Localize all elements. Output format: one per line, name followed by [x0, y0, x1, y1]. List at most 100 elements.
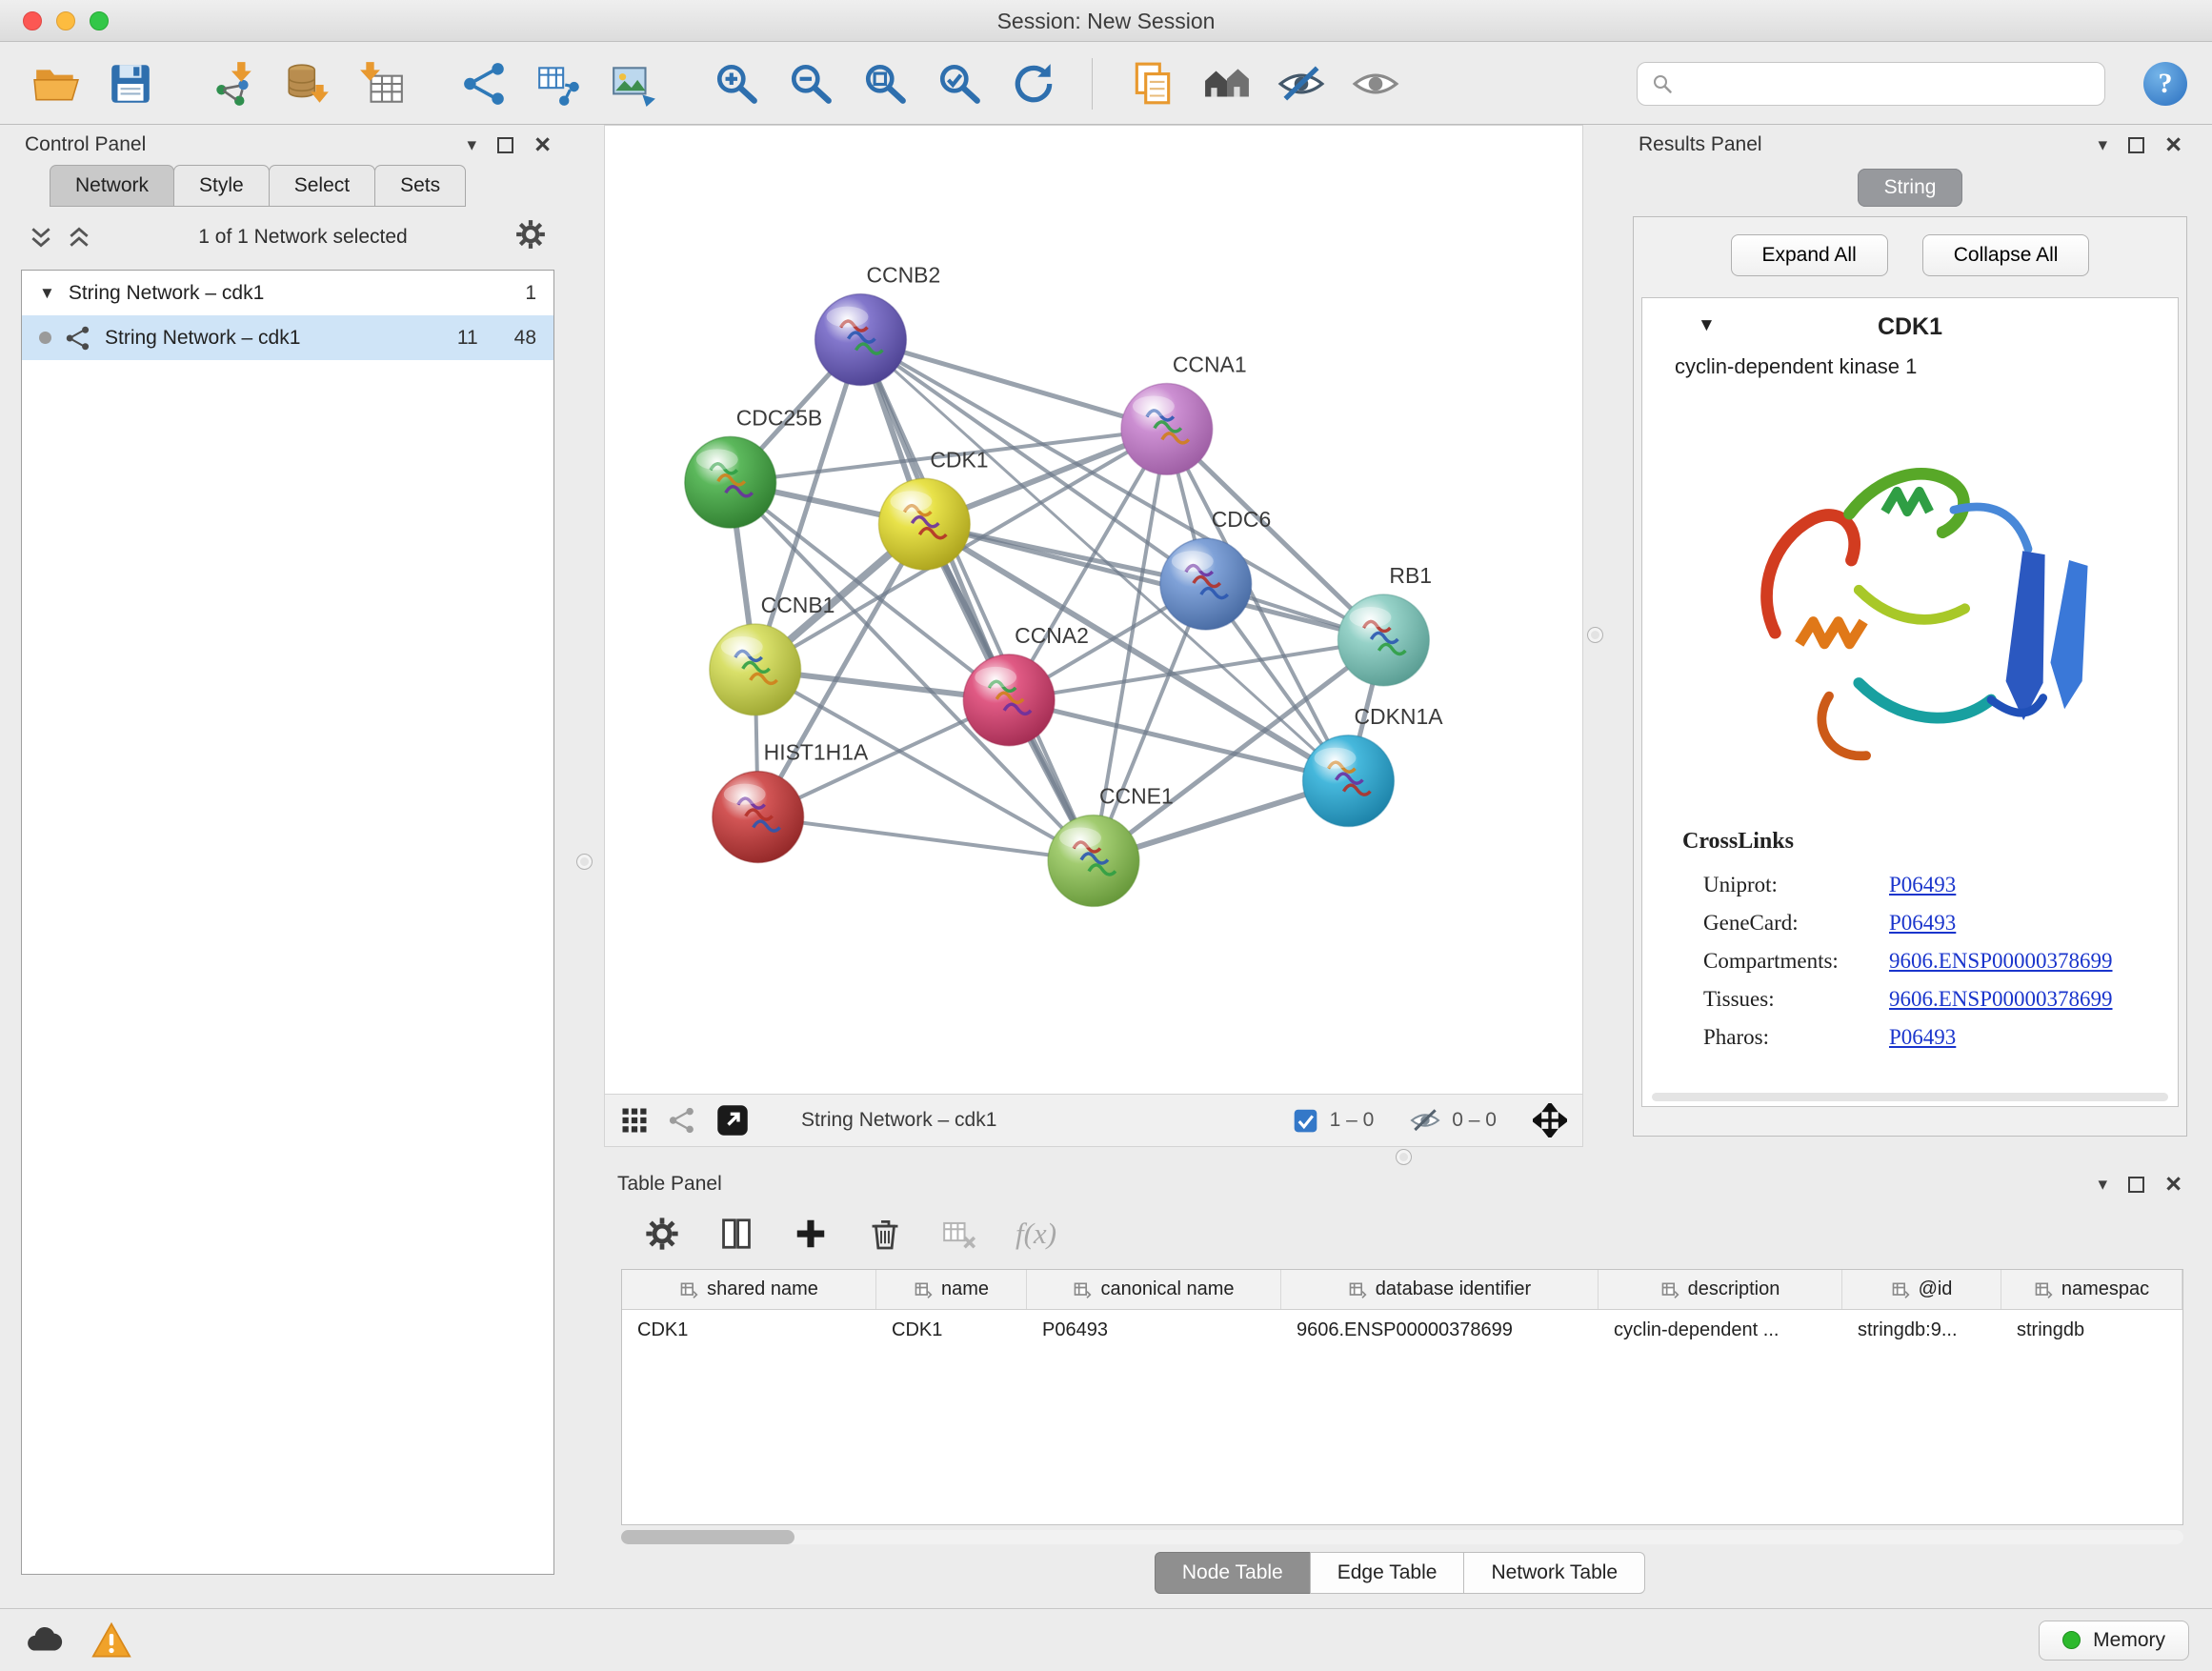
- collapse-all-button[interactable]: Collapse All: [1922, 234, 2090, 276]
- network-graph[interactable]: CCNB2CCNA1CDC25BCDK1CDC6RB1CCNB1CCNA2CDK…: [605, 126, 1582, 1094]
- delete-column-trash-icon[interactable]: [867, 1216, 903, 1252]
- table-cell[interactable]: CDK1: [876, 1310, 1027, 1350]
- crosslink-link[interactable]: P06493: [1889, 1025, 1956, 1050]
- show-all-button[interactable]: [1344, 53, 1407, 114]
- panel-close-icon[interactable]: ×: [534, 135, 551, 154]
- network-node[interactable]: CCNA1: [1121, 352, 1247, 474]
- section-expander-icon[interactable]: ▼: [1698, 315, 1716, 336]
- tab-style[interactable]: Style: [173, 165, 270, 207]
- hidden-eye-slash-icon[interactable]: [1410, 1105, 1440, 1136]
- network-canvas[interactable]: CCNB2CCNA1CDC25BCDK1CDC6RB1CCNB1CCNA2CDK…: [604, 125, 1583, 1095]
- column-header-name[interactable]: name: [876, 1270, 1027, 1309]
- panel-float-icon[interactable]: [497, 137, 513, 153]
- network-edge[interactable]: [758, 817, 1094, 861]
- crosslink-link[interactable]: 9606.ENSP00000378699: [1889, 987, 2113, 1012]
- panel-float-icon[interactable]: [2128, 1177, 2144, 1193]
- import-network-from-file-button[interactable]: [202, 53, 265, 114]
- splitter-handle-horizontal[interactable]: [1396, 1149, 1412, 1165]
- network-node[interactable]: CCNB1: [710, 593, 835, 715]
- select-first-neighbors-button[interactable]: [1196, 53, 1258, 114]
- column-header-canonical-name[interactable]: canonical name: [1027, 1270, 1281, 1309]
- close-window-button[interactable]: [23, 11, 42, 30]
- table-cell[interactable]: CDK1: [622, 1310, 876, 1350]
- horizontal-scrollbar[interactable]: [1652, 1093, 2168, 1101]
- table-settings-gear-icon[interactable]: [644, 1216, 680, 1252]
- table-cell[interactable]: stringdb: [2001, 1310, 2182, 1350]
- network-node[interactable]: HIST1H1A: [713, 740, 869, 863]
- zoom-selected-button[interactable]: [928, 53, 991, 114]
- help-button[interactable]: ?: [2143, 62, 2187, 106]
- search-box[interactable]: [1637, 62, 2105, 106]
- zoom-in-button[interactable]: [705, 53, 768, 114]
- network-row[interactable]: String Network – cdk1 11 48: [22, 315, 553, 360]
- network-node[interactable]: CCNB2: [815, 263, 941, 386]
- zoom-out-button[interactable]: [779, 53, 842, 114]
- refresh-layout-button[interactable]: [1002, 53, 1065, 114]
- tab-network[interactable]: Network: [50, 165, 174, 207]
- hide-selected-button[interactable]: [1270, 53, 1333, 114]
- network-collection-row[interactable]: ▼ String Network – cdk1 1: [22, 271, 553, 315]
- network-node[interactable]: RB1: [1337, 563, 1432, 686]
- network-overview-icon[interactable]: [668, 1106, 696, 1135]
- network-options-gear-icon[interactable]: [514, 218, 547, 256]
- panel-close-icon[interactable]: ×: [2165, 1175, 2182, 1194]
- panel-collapse-icon[interactable]: ▾: [2099, 134, 2108, 156]
- column-header-shared-name[interactable]: shared name: [622, 1270, 876, 1309]
- crosslink-link[interactable]: 9606.ENSP00000378699: [1889, 949, 2113, 974]
- panel-collapse-icon[interactable]: ▾: [468, 134, 477, 156]
- new-network-from-table-button[interactable]: [528, 53, 591, 114]
- expand-all-button[interactable]: Expand All: [1731, 234, 1888, 276]
- table-cell[interactable]: cyclin-dependent ...: [1599, 1310, 1842, 1350]
- table-row[interactable]: CDK1CDK1P064939606.ENSP00000378699cyclin…: [622, 1310, 2182, 1350]
- crosslink-link[interactable]: P06493: [1889, 911, 1956, 936]
- minimize-window-button[interactable]: [56, 11, 75, 30]
- import-network-from-database-button[interactable]: [276, 53, 339, 114]
- tab-network-table[interactable]: Network Table: [1463, 1552, 1645, 1594]
- column-header--id[interactable]: @id: [1842, 1270, 2001, 1309]
- memory-button[interactable]: Memory: [2039, 1621, 2189, 1661]
- add-column-icon[interactable]: [793, 1216, 829, 1252]
- panel-collapse-icon[interactable]: ▾: [2099, 1174, 2108, 1196]
- table-cell[interactable]: 9606.ENSP00000378699: [1281, 1310, 1599, 1350]
- expand-all-icon[interactable]: [29, 225, 53, 250]
- warning-icon[interactable]: [91, 1621, 131, 1661]
- network-edge[interactable]: [924, 524, 1383, 640]
- network-edge[interactable]: [860, 340, 1166, 430]
- new-network-button[interactable]: [453, 53, 516, 114]
- tab-select[interactable]: Select: [269, 165, 375, 207]
- tab-node-table[interactable]: Node Table: [1155, 1552, 1311, 1594]
- column-header-database-identifier[interactable]: database identifier: [1281, 1270, 1599, 1309]
- birds-eye-view-icon[interactable]: [620, 1106, 649, 1135]
- network-node[interactable]: CDC25B: [685, 405, 822, 528]
- splitter-handle-left[interactable]: [576, 854, 593, 870]
- selected-checkbox-icon[interactable]: [1293, 1108, 1318, 1134]
- table-cell[interactable]: P06493: [1027, 1310, 1281, 1350]
- pan-move-icon[interactable]: [1533, 1103, 1567, 1137]
- tree-expander-icon[interactable]: ▼: [39, 284, 55, 303]
- network-node[interactable]: CDKN1A: [1303, 704, 1444, 827]
- column-header-description[interactable]: description: [1599, 1270, 1842, 1309]
- crosslink-link[interactable]: P06493: [1889, 873, 1956, 897]
- zoom-fit-button[interactable]: [854, 53, 916, 114]
- show-columns-icon[interactable]: [718, 1216, 754, 1252]
- table-horizontal-scrollbar[interactable]: [621, 1530, 2183, 1544]
- splitter-handle-right[interactable]: [1587, 627, 1603, 643]
- tab-edge-table[interactable]: Edge Table: [1310, 1552, 1465, 1594]
- table-cell[interactable]: stringdb:9...: [1842, 1310, 2001, 1350]
- scrollbar-thumb[interactable]: [621, 1530, 794, 1544]
- tab-string[interactable]: String: [1858, 169, 1963, 207]
- duplicate-network-button[interactable]: [1121, 53, 1184, 114]
- cloud-icon[interactable]: [23, 1621, 63, 1661]
- panel-close-icon[interactable]: ×: [2165, 135, 2182, 154]
- network-node[interactable]: CDC6: [1160, 507, 1271, 630]
- open-session-button[interactable]: [25, 53, 88, 114]
- column-header-namespac[interactable]: namespac: [2001, 1270, 2182, 1309]
- network-edge[interactable]: [860, 340, 1094, 861]
- save-session-button[interactable]: [99, 53, 162, 114]
- collapse-all-icon[interactable]: [67, 225, 91, 250]
- open-in-window-icon[interactable]: [715, 1103, 750, 1137]
- tab-sets[interactable]: Sets: [374, 165, 466, 207]
- search-input[interactable]: [1683, 72, 2091, 95]
- import-table-from-file-button[interactable]: [351, 53, 413, 114]
- export-image-button[interactable]: [602, 53, 665, 114]
